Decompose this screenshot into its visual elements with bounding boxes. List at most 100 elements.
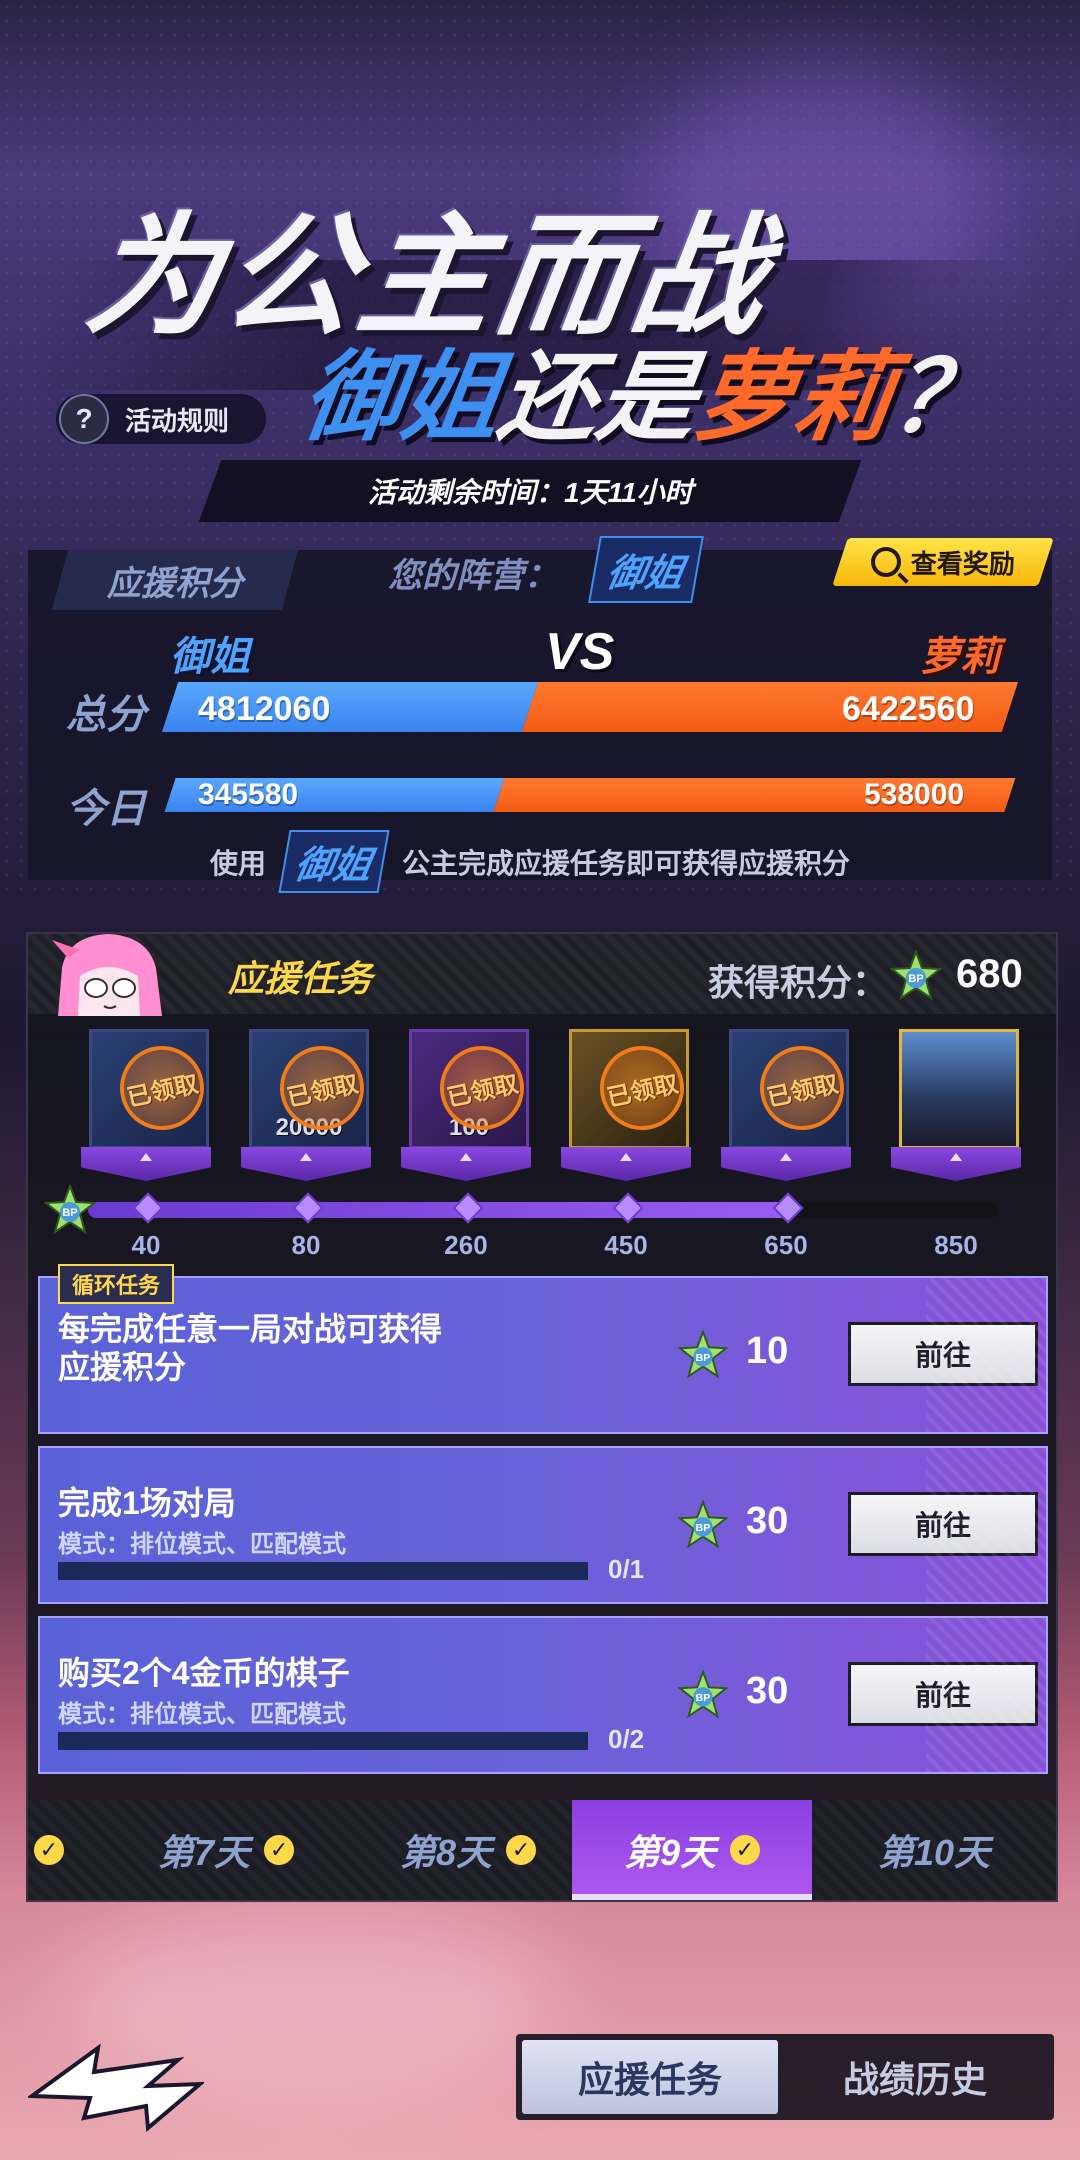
go-button[interactable]: 前往 bbox=[848, 1492, 1038, 1556]
reward-icon: 100已领取 bbox=[409, 1029, 532, 1149]
task-points: 10 bbox=[746, 1330, 789, 1372]
task-points: 30 bbox=[746, 1500, 789, 1542]
subtitle-question: ？ bbox=[884, 342, 998, 452]
reward-icon: 已领取 bbox=[729, 1029, 852, 1149]
reward-stand bbox=[561, 1147, 691, 1181]
milestone-rewards: 已领取20000已领取100已领取已领取已领取 bbox=[28, 1029, 1056, 1189]
rules-button[interactable]: ? 活动规则 bbox=[56, 394, 266, 444]
search-icon bbox=[870, 547, 901, 577]
check-icon: ✓ bbox=[264, 1835, 295, 1865]
reward-stand bbox=[241, 1147, 371, 1181]
cyclic-task-tag: 循环任务 bbox=[58, 1264, 175, 1304]
tab-day-7[interactable]: 第7天 ✓ bbox=[158, 1800, 378, 1900]
view-rewards-label: 查看奖励 bbox=[910, 548, 1015, 579]
mascot-avatar bbox=[52, 934, 162, 1016]
bp-star-icon: BP bbox=[44, 1184, 96, 1235]
milestone-label: 40 bbox=[131, 1230, 161, 1260]
task-progress-text: 0/1 bbox=[608, 1554, 645, 1584]
view-rewards-button[interactable]: 查看奖励 bbox=[832, 538, 1054, 586]
go-button[interactable]: 前往 bbox=[848, 1662, 1038, 1726]
check-icon: ✓ bbox=[730, 1835, 761, 1865]
reward-stand bbox=[891, 1147, 1021, 1181]
your-camp-badge: 御姐 bbox=[588, 536, 704, 603]
milestone-reward[interactable]: 已领取 bbox=[721, 1029, 852, 1209]
svg-text:BP: BP bbox=[908, 973, 923, 985]
go-button[interactable]: 前往 bbox=[848, 1322, 1038, 1386]
milestone-track bbox=[88, 1202, 998, 1218]
milestone-reward[interactable]: 20000已领取 bbox=[241, 1029, 372, 1209]
hint-suffix: 公主完成应援任务即可获得应援积分 bbox=[402, 847, 851, 879]
tasks-panel: 应援任务 获得积分： BP 680 已领取20000已领取100已领取已领取已领… bbox=[26, 932, 1058, 1902]
vs-label: VS bbox=[545, 623, 615, 681]
svg-text:BP: BP bbox=[62, 1207, 77, 1219]
earned-points-label: 获得积分： bbox=[708, 962, 889, 1003]
time-remaining-text: 活动剩余时间：1天11小时 bbox=[367, 477, 693, 508]
task-name: 购买2个4金币的棋子 bbox=[58, 1655, 350, 1691]
task-card: 循环任务 每完成任意一局对战可获得 应援积分 BP 10 前往 bbox=[38, 1264, 1048, 1434]
reward-icon: 已领取 bbox=[569, 1029, 692, 1149]
day-label: 第9天 bbox=[623, 1832, 717, 1873]
svg-text:BP: BP bbox=[696, 1352, 711, 1364]
day-check-start: ✓ bbox=[34, 1800, 74, 1900]
reward-icon bbox=[899, 1029, 1019, 1149]
task-mode: 模式：排位模式、匹配模式 bbox=[58, 1531, 346, 1558]
task-progress-bar bbox=[58, 1732, 588, 1750]
question-icon: ? bbox=[59, 394, 109, 444]
claimed-stamp: 已领取 bbox=[112, 1038, 212, 1138]
bp-star-icon: BP bbox=[678, 1670, 728, 1719]
event-subtitle: 御姐还是萝莉？ bbox=[295, 318, 1001, 460]
check-icon: ✓ bbox=[34, 1835, 64, 1865]
today-score-b: 538000 bbox=[864, 778, 965, 811]
camp-a-label: 御姐 bbox=[170, 635, 250, 679]
claimed-stamp: 已领取 bbox=[752, 1038, 852, 1138]
bp-star-icon: BP bbox=[890, 950, 942, 1001]
milestone-label: 850 bbox=[934, 1230, 978, 1260]
bottom-tabs: 应援任务 战绩历史 bbox=[516, 2034, 1054, 2120]
milestone-label: 260 bbox=[444, 1230, 488, 1260]
claimed-stamp: 已领取 bbox=[592, 1038, 692, 1138]
milestone-reward[interactable]: 100已领取 bbox=[401, 1029, 532, 1209]
reward-stand bbox=[81, 1147, 211, 1181]
tab-support-tasks[interactable]: 应援任务 bbox=[522, 2040, 778, 2114]
milestone-reward[interactable]: 已领取 bbox=[561, 1029, 692, 1209]
subtitle-camp-b: 萝莉 bbox=[688, 342, 900, 452]
task-name: 完成1场对局 bbox=[58, 1485, 236, 1521]
tab-day-10[interactable]: 第10天 bbox=[812, 1800, 1056, 1900]
day-label: 第8天 bbox=[400, 1832, 493, 1873]
score-tab-label: 应援积分 bbox=[107, 564, 243, 603]
back-arrow-icon[interactable] bbox=[28, 2040, 204, 2132]
hint-camp-badge: 御姐 bbox=[278, 830, 390, 893]
milestone-reward[interactable] bbox=[891, 1029, 1021, 1209]
rules-label: 活动规则 bbox=[125, 405, 230, 436]
subtitle-camp-a: 御姐 bbox=[296, 342, 508, 452]
milestone-label: 80 bbox=[291, 1230, 321, 1260]
time-remaining-banner: 活动剩余时间：1天11小时 bbox=[198, 460, 862, 522]
task-name: 每完成任意一局对战可获得 应援积分 bbox=[58, 1311, 443, 1385]
tasks-title: 应援任务 bbox=[228, 958, 373, 999]
milestone-label: 450 bbox=[604, 1230, 648, 1260]
reward-stand bbox=[401, 1147, 531, 1181]
task-points: 30 bbox=[746, 1670, 789, 1712]
svg-text:BP: BP bbox=[696, 1522, 711, 1534]
day-label: 第7天 bbox=[158, 1832, 251, 1873]
tab-battle-history[interactable]: 战绩历史 bbox=[782, 2040, 1048, 2114]
points-hint: 使用 御姐 公主完成应援任务即可获得应援积分 bbox=[210, 830, 850, 893]
check-icon: ✓ bbox=[506, 1835, 537, 1865]
total-score-b: 6422560 bbox=[842, 690, 975, 728]
score-tab: 应援积分 bbox=[51, 550, 299, 610]
task-mode: 模式：排位模式、匹配模式 bbox=[58, 1701, 346, 1728]
milestone-reward[interactable]: 已领取 bbox=[81, 1029, 212, 1209]
tab-day-9[interactable]: 第9天 ✓ bbox=[572, 1800, 812, 1900]
total-score-a: 4812060 bbox=[198, 690, 331, 728]
today-score-a: 345580 bbox=[198, 778, 299, 811]
task-progress-bar bbox=[58, 1562, 588, 1580]
subtitle-middle: 还是 bbox=[492, 342, 704, 452]
today-label: 今日 bbox=[66, 787, 146, 831]
milestone-track-fill bbox=[88, 1202, 789, 1218]
hint-prefix: 使用 bbox=[210, 847, 267, 879]
svg-text:BP: BP bbox=[696, 1692, 711, 1704]
your-camp-label: 您的阵营： bbox=[388, 557, 558, 595]
milestone-label: 650 bbox=[764, 1230, 808, 1260]
reward-stand bbox=[721, 1147, 851, 1181]
bp-star-icon: BP bbox=[678, 1500, 728, 1549]
